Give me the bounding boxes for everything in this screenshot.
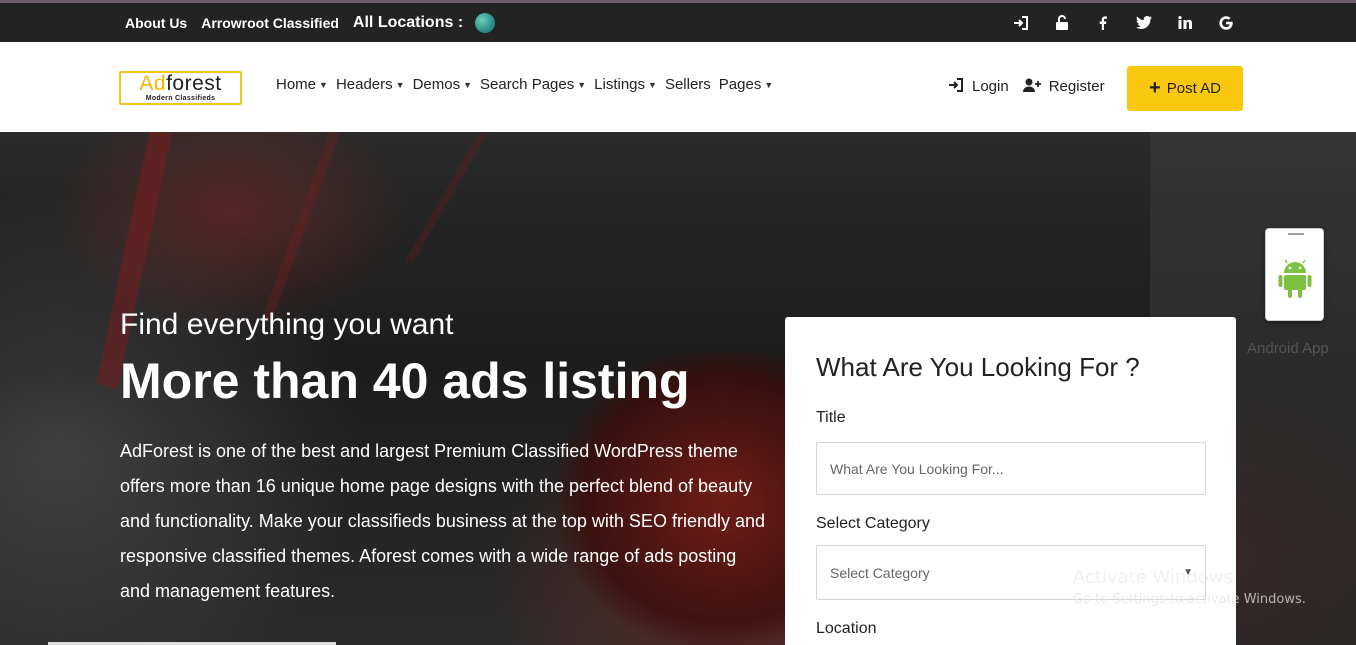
register-label: Register bbox=[1048, 78, 1105, 95]
background-beam bbox=[405, 132, 488, 264]
globe-icon[interactable] bbox=[475, 12, 496, 33]
unlock-icon[interactable] bbox=[1041, 3, 1082, 42]
hero-title: More than 40 ads listing bbox=[120, 353, 690, 409]
post-ad-label: Post AD bbox=[1166, 80, 1221, 97]
android-app-widget[interactable] bbox=[1265, 228, 1324, 321]
auth-links: Login Register bbox=[948, 78, 1105, 95]
main-header: Adforest Modern Classifieds Home ▼ Header… bbox=[0, 42, 1356, 132]
chevron-down-icon: ▼ bbox=[463, 79, 472, 90]
hero-description: AdForest is one of the best and largest … bbox=[120, 441, 766, 601]
nav-item-sellers[interactable]: Sellers bbox=[665, 76, 711, 93]
adforest-logo[interactable]: Adforest Modern Classifieds bbox=[119, 71, 242, 105]
chevron-down-icon: ▼ bbox=[395, 79, 405, 90]
logo-forest-text: forest bbox=[166, 72, 222, 95]
nav-label: Search Pages bbox=[480, 76, 575, 93]
nav-item-headers[interactable]: Headers ▼ bbox=[336, 76, 405, 93]
nav-label: Home bbox=[276, 76, 317, 93]
chevron-down-icon: ▼ bbox=[648, 79, 657, 90]
hero-tagline: Find everything you want bbox=[120, 308, 454, 341]
title-input[interactable]: What Are You Looking For... bbox=[816, 442, 1206, 495]
logo-tagline: Modern Classifieds bbox=[145, 95, 216, 102]
chevron-down-icon: ▼ bbox=[764, 79, 774, 90]
category-select-value: Select Category bbox=[830, 564, 930, 581]
title-label: Title bbox=[816, 409, 846, 426]
nav-label: Sellers bbox=[664, 76, 711, 93]
google-icon[interactable] bbox=[1205, 3, 1246, 42]
register-link[interactable]: Register bbox=[1022, 78, 1105, 95]
location-label: Location bbox=[816, 620, 877, 637]
windows-watermark-title: Activate Windows bbox=[1073, 567, 1233, 588]
about-us-link[interactable]: About Us bbox=[125, 15, 187, 31]
nav-label: Headers bbox=[335, 76, 393, 93]
logo-ad-text: Ad bbox=[139, 72, 167, 95]
nav-item-pages[interactable]: Pages ▼ bbox=[719, 76, 773, 93]
top-bar: About Us Arrowroot Classified All Locati… bbox=[0, 0, 1356, 42]
nav-label: Listings bbox=[594, 76, 646, 93]
background-beam bbox=[96, 132, 172, 389]
twitter-icon[interactable] bbox=[1123, 3, 1164, 42]
nav-item-search-pages[interactable]: Search Pages ▼ bbox=[480, 76, 586, 93]
login-label: Login bbox=[972, 78, 1009, 95]
all-locations-link[interactable]: All Locations : bbox=[353, 14, 463, 32]
sign-in-icon[interactable] bbox=[1000, 3, 1041, 42]
windows-watermark-subtitle: Go to Settings to activate Windows. bbox=[1073, 592, 1306, 607]
chevron-down-icon: ▼ bbox=[319, 79, 328, 90]
title-input-placeholder: What Are You Looking For... bbox=[830, 460, 1004, 477]
phone-speaker bbox=[1288, 233, 1304, 235]
search-card-heading: What Are You Looking For ? bbox=[816, 352, 1140, 382]
nav-label: Pages bbox=[718, 76, 762, 93]
top-bar-icons bbox=[1000, 3, 1246, 42]
chevron-down-icon: ▼ bbox=[577, 79, 587, 90]
android-icon bbox=[1278, 259, 1312, 298]
nav-item-demos[interactable]: Demos ▼ bbox=[413, 76, 472, 93]
android-app-label[interactable]: Android App bbox=[1247, 340, 1329, 357]
facebook-icon[interactable] bbox=[1082, 3, 1123, 42]
background-beam bbox=[261, 132, 340, 322]
arrowroot-classified-link[interactable]: Arrowroot Classified bbox=[201, 15, 339, 31]
nav-item-home[interactable]: Home ▼ bbox=[276, 76, 328, 93]
category-label: Select Category bbox=[816, 515, 930, 532]
login-link[interactable]: Login bbox=[948, 78, 1009, 95]
nav-label: Demos bbox=[412, 76, 461, 93]
top-bar-links: About Us Arrowroot Classified All Locati… bbox=[125, 3, 496, 42]
sign-in-icon bbox=[948, 78, 964, 95]
user-plus-icon bbox=[1022, 78, 1041, 95]
main-nav: Home ▼ Headers ▼ Demos ▼ Search Pages ▼ List… bbox=[276, 76, 773, 93]
nav-item-listings[interactable]: Listings ▼ bbox=[594, 76, 657, 93]
post-ad-button[interactable]: + Post AD bbox=[1127, 66, 1243, 111]
plus-icon: + bbox=[1149, 77, 1161, 99]
linkedin-icon[interactable] bbox=[1164, 3, 1205, 42]
